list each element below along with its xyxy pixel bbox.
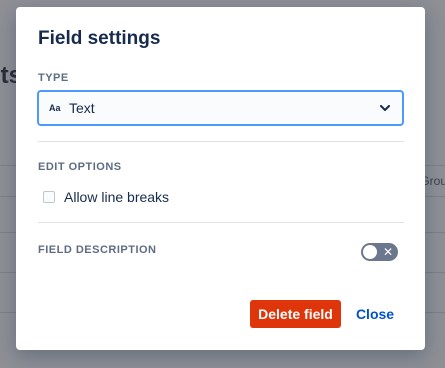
allow-line-breaks-label: Allow line breaks — [64, 189, 170, 205]
type-select[interactable]: Aa Text — [37, 90, 404, 126]
edit-options-label: EDIT OPTIONS — [38, 161, 122, 173]
chevron-down-icon — [378, 101, 392, 115]
toggle-knob — [363, 245, 377, 259]
dialog-title: Field settings — [38, 28, 161, 49]
type-section-label: TYPE — [38, 72, 69, 84]
allow-line-breaks-checkbox[interactable] — [43, 191, 55, 203]
section-divider — [38, 222, 404, 223]
field-description-label: FIELD DESCRIPTION — [38, 244, 157, 256]
close-icon: ✕ — [382, 245, 393, 259]
allow-line-breaks-option[interactable]: Allow line breaks — [43, 189, 169, 205]
section-divider — [38, 141, 404, 142]
text-type-icon: Aa — [49, 103, 61, 113]
field-description-toggle[interactable]: ✕ — [361, 243, 398, 261]
close-button[interactable]: Close — [349, 300, 401, 328]
field-settings-dialog: Field settings TYPE Aa Text EDIT OPTIONS… — [16, 7, 425, 350]
type-select-value: Text — [69, 100, 95, 116]
delete-field-button[interactable]: Delete field — [250, 300, 341, 328]
